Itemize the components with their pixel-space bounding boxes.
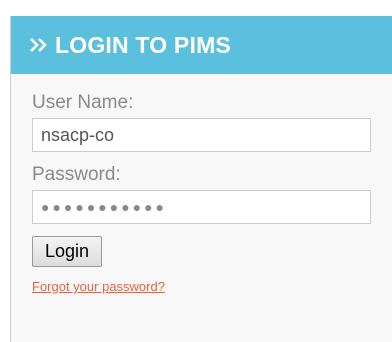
login-button[interactable]: Login bbox=[32, 236, 102, 267]
login-panel: LOGIN TO PIMS User Name: Password: Login… bbox=[10, 16, 392, 342]
username-field[interactable] bbox=[32, 118, 371, 152]
page-title: LOGIN TO PIMS bbox=[55, 31, 231, 58]
double-chevron-right-icon bbox=[28, 36, 50, 54]
username-label: User Name: bbox=[32, 92, 134, 113]
login-form: User Name: Password: Login Forgot your p… bbox=[11, 74, 392, 342]
password-field[interactable] bbox=[32, 190, 371, 224]
panel-header: LOGIN TO PIMS bbox=[11, 16, 392, 74]
password-label: Password: bbox=[32, 164, 121, 185]
forgot-password-link[interactable]: Forgot your password? bbox=[32, 279, 392, 294]
